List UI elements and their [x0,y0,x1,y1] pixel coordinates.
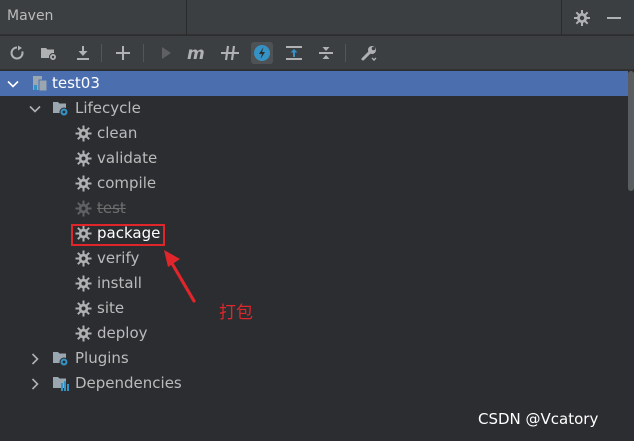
tree-item-plugins[interactable]: Plugins [0,346,628,371]
goal-label: verify [97,249,140,267]
lifecycle-goal-test[interactable]: test [0,196,628,221]
lifecycle-goal-verify[interactable]: verify [0,246,628,271]
lifecycle-goal-clean[interactable]: clean [0,121,628,146]
svg-text:m: m [187,45,205,61]
goal-label: test [97,199,126,217]
lifecycle-goal-install[interactable]: install [0,271,628,296]
annotation-text: 打包 [219,303,253,323]
goal-label: install [97,274,142,292]
dependencies-label: Dependencies [75,374,182,392]
toolbar-separator [143,44,144,62]
lifecycle-goal-validate[interactable]: validate [0,146,628,171]
gear-icon [75,150,92,167]
tree-item-lifecycle[interactable]: Lifecycle [0,96,628,121]
gear-icon[interactable] [573,9,591,27]
goal-label: validate [97,149,158,167]
minimize-icon[interactable] [605,9,623,27]
gear-icon [75,200,92,217]
gear-icon [75,250,92,267]
run-icon[interactable] [155,42,177,64]
goal-label: deploy [97,324,148,342]
header-divider [561,0,562,35]
annotation-arrow-icon [164,250,196,303]
download-icon[interactable] [72,42,94,64]
lifecycle-label: Lifecycle [75,99,141,117]
watermark: CSDN @Vcatory [478,410,599,428]
settings-wrench-icon[interactable] [358,42,380,64]
gear-icon [75,300,92,317]
lifecycle-goal-deploy[interactable]: deploy [0,321,628,346]
tree-item-project[interactable]: test03 [0,71,628,96]
toolbar-separator [101,44,102,62]
generate-sources-icon[interactable] [38,42,60,64]
tree-item-dependencies[interactable]: Dependencies [0,371,628,396]
gear-icon [75,275,92,292]
header-divider [186,0,187,35]
maven-tool-window: Maven m test03 Lifecycle clean validate … [0,0,634,441]
package-highlight-box [71,224,165,246]
chevron-down-icon[interactable] [6,76,20,90]
project-label: test03 [52,74,100,92]
skip-tests-icon[interactable] [251,42,273,64]
reload-icon[interactable] [6,42,28,64]
tool-window-header: Maven [0,0,634,35]
goal-label: compile [97,174,157,192]
lifecycle-folder-icon [52,100,69,117]
maven-project-icon [31,75,48,92]
lifecycle-goal-compile[interactable]: compile [0,171,628,196]
maven-toolbar: m [0,36,634,70]
show-dependencies-icon[interactable] [283,42,305,64]
toolbar-separator [345,44,346,62]
toggle-offline-icon[interactable] [219,42,241,64]
gear-icon [75,325,92,342]
dependencies-folder-icon [52,375,69,392]
plugins-label: Plugins [75,349,129,367]
gear-icon [75,175,92,192]
goal-label: site [97,299,125,317]
execute-goal-icon[interactable]: m [186,42,208,64]
lifecycle-goal-site[interactable]: site [0,296,628,321]
chevron-right-icon[interactable] [28,376,42,390]
plugins-folder-icon [52,350,69,367]
collapse-all-icon[interactable] [315,42,337,64]
tree-scrollbar[interactable] [628,71,634,191]
tool-window-title: Maven [7,8,54,24]
chevron-right-icon[interactable] [28,351,42,365]
add-icon[interactable] [112,42,134,64]
gear-icon [75,125,92,142]
goal-label: clean [97,124,138,142]
chevron-down-icon[interactable] [28,101,42,115]
